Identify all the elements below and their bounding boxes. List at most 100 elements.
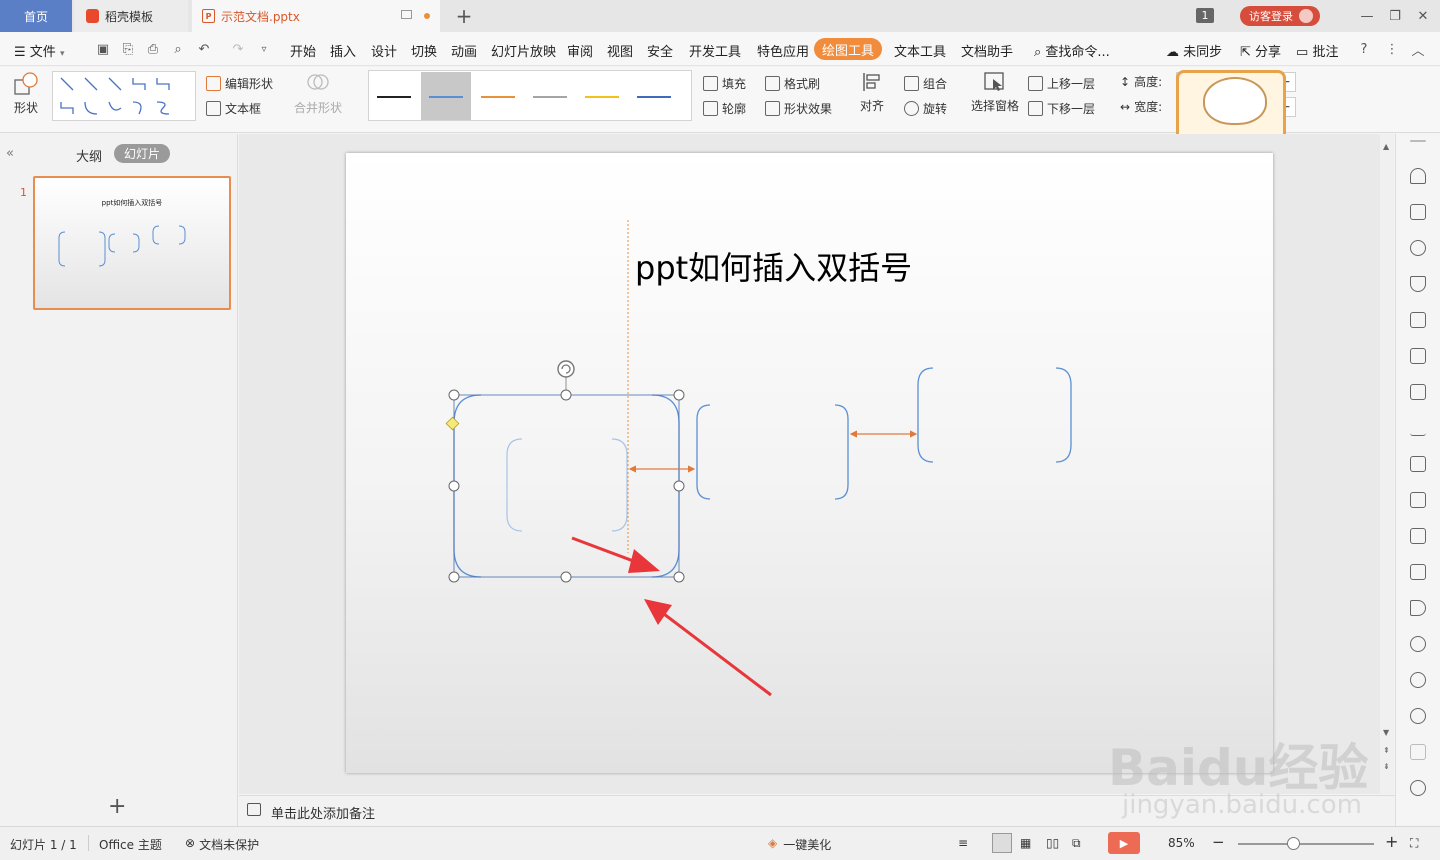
presenter-view-icon[interactable]: ⧉ [1072,836,1081,851]
collapse-ribbon-icon[interactable]: ︿ [1410,41,1426,59]
scroll-down-icon[interactable]: ▼ [1383,728,1389,737]
tab-0[interactable]: 开始 [290,41,316,60]
zoom-slider-track[interactable] [1238,843,1374,845]
tab-1[interactable]: 插入 [330,41,356,60]
cube-icon[interactable] [1410,744,1426,760]
layers-icon[interactable] [1410,276,1426,292]
tab-4[interactable]: 动画 [451,41,477,60]
monitor-icon[interactable] [401,10,412,19]
adjust-handle-icon[interactable] [445,416,460,431]
edit-shape-button[interactable]: 编辑形状 [206,75,273,92]
line-style-gray[interactable] [533,96,567,98]
bring-forward-button[interactable]: 上移一层 [1028,75,1095,92]
line-style-orange[interactable] [481,96,515,98]
middle-double-bracket[interactable] [696,404,849,500]
zoom-level[interactable]: 85% [1168,836,1195,850]
file-menu[interactable]: ☰ 文件 ▾ [14,41,64,60]
fit-window-icon[interactable]: ⛶ [1410,836,1418,851]
tab-docer-templates[interactable]: 稻壳模板 [74,0,188,32]
history-icon[interactable] [1410,672,1426,688]
minimize-icon[interactable]: — [1356,6,1378,26]
comment-button[interactable]: ▭ 批注 [1296,41,1338,60]
tab-home[interactable]: 首页 [0,0,72,32]
rotate-button[interactable]: 旋转 [904,100,947,117]
format-painter-button[interactable]: 格式刷 [765,75,820,92]
line-style-yellow[interactable] [585,96,619,98]
tab-outline[interactable]: 大纲 [76,146,102,165]
fill-button[interactable]: 填充 [703,75,746,92]
tab-5[interactable]: 幻灯片放映 [491,41,556,60]
textbox-button[interactable]: 文本框 [206,100,261,117]
search-commands[interactable]: ⌕ 查找命令... [1034,41,1110,60]
zoom-out-icon[interactable]: − [1212,833,1225,851]
notes-bar[interactable]: 单击此处添加备注 [239,795,1395,825]
rotate-handle-icon[interactable] [557,360,575,378]
image-icon[interactable] [1410,564,1426,580]
slide[interactable]: ppt如何插入双括号 [346,153,1273,773]
selected-double-bracket[interactable] [453,394,680,578]
selection-pane-button[interactable]: 选择窗格 [971,71,1019,114]
undo-icon[interactable]: ↶ [196,41,212,57]
notes-placeholder[interactable]: 单击此处添加备注 [271,803,375,822]
help-icon[interactable]: ? [1356,41,1372,57]
save-icon[interactable]: ▣ [95,41,111,57]
one-click-beautify-button[interactable]: ◈ 一键美化 [768,836,831,853]
print-icon[interactable]: ⎙ [145,41,161,57]
sliders-icon[interactable] [1410,420,1426,436]
archive-icon[interactable] [1410,528,1426,544]
right-double-bracket[interactable] [917,367,1072,463]
help-circle-icon[interactable] [1410,708,1426,724]
tab-document[interactable]: P 示范文档.pptx [192,0,440,32]
document-protection[interactable]: ⊗ 文档未保护 [185,836,259,853]
line-style-darkblue[interactable] [637,96,671,98]
sync-status[interactable]: ☁ 未同步 [1166,41,1222,60]
tab-8[interactable]: 安全 [647,41,673,60]
notes-toggle-icon[interactable]: ≡ [958,836,968,850]
tab-slides[interactable]: 幻灯片 [114,144,170,163]
restore-icon[interactable]: ❐ [1384,6,1406,26]
bar-chart-icon[interactable] [1410,384,1426,400]
tab-7[interactable]: 视图 [607,41,633,60]
redo-icon[interactable]: ↷ [230,41,246,57]
theme-name[interactable]: Office 主题 [99,836,162,853]
object-properties-icon[interactable] [1410,240,1426,256]
add-slide-button[interactable]: + [108,794,126,819]
align-button[interactable]: 对齐 [860,71,884,114]
vertical-scrollbar[interactable]: ▲ ▼ ⇞ ⇟ [1380,134,1394,794]
outline-button[interactable]: 轮廓 [703,100,746,117]
tab-10[interactable]: 特色应用 [757,41,809,60]
shape-effects-button[interactable]: 形状效果 [765,100,832,117]
tab-2[interactable]: 设计 [371,41,397,60]
print-preview-icon[interactable]: ⌕ [170,41,186,57]
share-button[interactable]: ⇱ 分享 [1240,41,1281,60]
reading-view-icon[interactable]: ▯▯ [1046,836,1059,850]
tab-3[interactable]: 切换 [411,41,437,60]
tab-doc-assistant[interactable]: 文档助手 [961,41,1013,60]
table-icon[interactable] [1410,312,1426,328]
export-pdf-icon[interactable]: ⎘ [120,41,136,57]
play-slideshow-button[interactable]: ▶ [1108,832,1140,854]
line-style-black[interactable] [377,96,411,98]
scroll-up-icon[interactable]: ▲ [1383,142,1389,151]
tab-9[interactable]: 开发工具 [689,41,741,60]
merge-shape-button[interactable]: 合并形状 [294,71,342,116]
customize-toolbar-icon[interactable]: ▿ [256,41,272,57]
pin-icon[interactable] [1410,168,1426,184]
send-backward-button[interactable]: 下移一层 [1028,100,1095,117]
close-icon[interactable]: ✕ [1412,6,1434,26]
window-count-badge[interactable]: 1 [1196,8,1214,23]
shape-style-icon[interactable] [1410,204,1426,220]
line-style-gallery[interactable] [368,70,692,121]
group-button[interactable]: 组合 [904,75,947,92]
slide-thumbnail[interactable]: ppt如何插入双括号 [33,176,231,310]
tab-drawing-tools[interactable]: 绘图工具 [814,38,882,60]
hexagon-settings-icon[interactable] [1410,636,1426,652]
location-icon[interactable] [1410,780,1426,796]
audio-icon[interactable] [1410,600,1426,616]
zoom-in-icon[interactable]: + [1385,832,1398,851]
visitor-login-button[interactable]: 访客登录 [1240,6,1320,26]
grid-apps-icon[interactable] [1410,348,1426,364]
collapse-panel-icon[interactable]: « [6,146,14,161]
tab-text-tools[interactable]: 文本工具 [894,41,946,60]
resize-handles[interactable] [448,389,685,583]
